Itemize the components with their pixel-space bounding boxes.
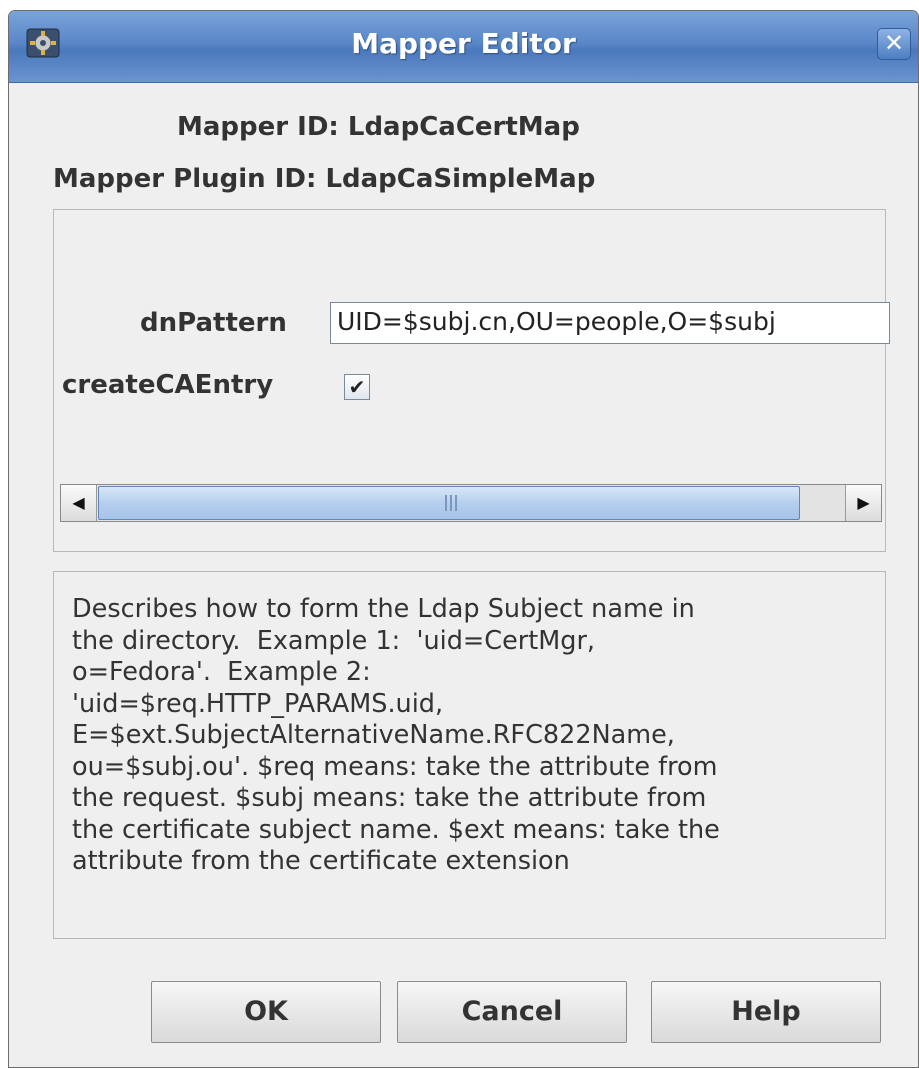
help-button[interactable]: Help (651, 981, 881, 1043)
close-icon: ✕ (883, 29, 905, 57)
scroll-right-button[interactable]: ▶ (845, 485, 881, 521)
scroll-left-button[interactable]: ◀ (61, 485, 97, 521)
plugin-id-label: Mapper Plugin ID: (53, 164, 317, 194)
scroll-thumb[interactable] (98, 486, 800, 520)
config-panel: dnPattern UID=$subj.cn,OU=people,O=$subj… (53, 209, 890, 552)
mapper-id-label: Mapper ID: (177, 112, 339, 142)
mapper-editor-window: Mapper Editor ✕ Mapper ID: LdapCaCertMap… (8, 10, 919, 1068)
dn-pattern-input[interactable]: UID=$subj.cn,OU=people,O=$subj (330, 302, 890, 344)
arrow-left-icon: ◀ (72, 493, 85, 512)
grip-icon (445, 495, 457, 511)
plugin-id-row: Mapper Plugin ID: LdapCaSimpleMap (53, 164, 595, 194)
checkmark-icon: ✔ (348, 375, 366, 399)
horizontal-scrollbar[interactable]: ◀ ▶ (60, 484, 882, 522)
plugin-id-value: LdapCaSimpleMap (325, 164, 596, 194)
description-panel: Describes how to form the Ldap Subject n… (53, 571, 886, 939)
create-ca-entry-label: createCAEntry (62, 370, 274, 400)
title-bar[interactable]: Mapper Editor ✕ (9, 11, 918, 83)
close-button[interactable]: ✕ (877, 28, 911, 60)
create-ca-entry-checkbox[interactable]: ✔ (344, 374, 370, 400)
arrow-right-icon: ▶ (857, 493, 870, 512)
dn-pattern-label: dnPattern (140, 308, 287, 338)
mapper-id-row: Mapper ID: LdapCaCertMap (177, 112, 580, 142)
mapper-id-value: LdapCaCertMap (347, 112, 580, 142)
cancel-button[interactable]: Cancel (397, 981, 627, 1043)
ok-button[interactable]: OK (151, 981, 381, 1043)
window-title: Mapper Editor (351, 27, 576, 60)
description-text: Describes how to form the Ldap Subject n… (72, 594, 720, 876)
